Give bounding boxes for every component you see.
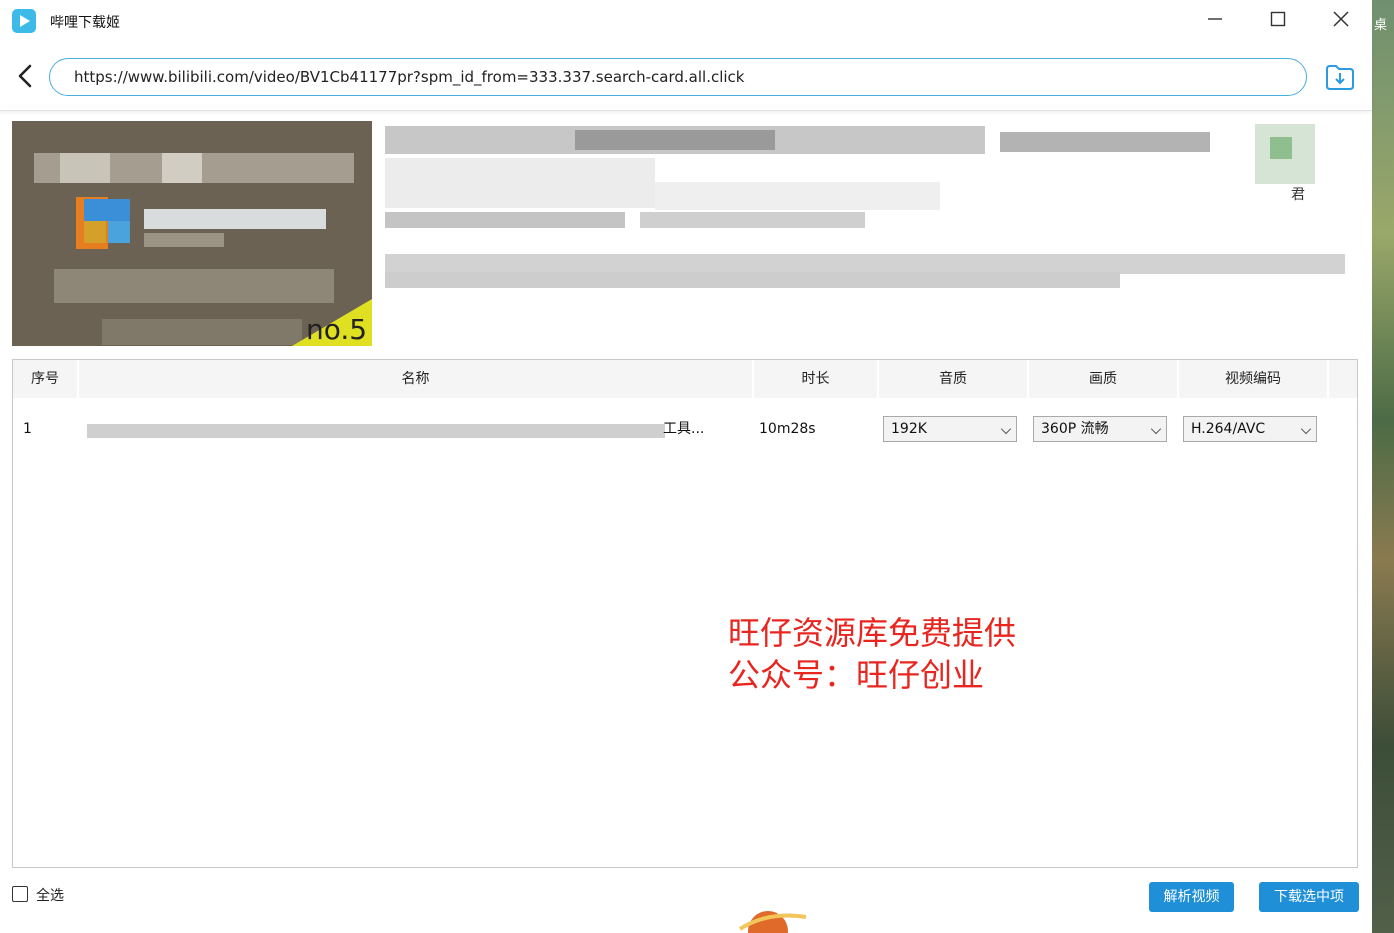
- col-header-name[interactable]: 名称: [79, 360, 754, 398]
- audio-quality-select[interactable]: 192K: [883, 416, 1017, 442]
- row-name: 工具...: [663, 421, 705, 437]
- uploader-name: 君: [1291, 187, 1305, 203]
- desktop-background: 桌: [1372, 0, 1394, 933]
- video-quality-select[interactable]: 360P 流畅: [1033, 416, 1167, 442]
- select-all-checkbox[interactable]: [12, 886, 28, 902]
- app-logo-icon: [12, 9, 36, 33]
- address-bar-row: https://www.bilibili.com/video/BV1Cb4117…: [0, 44, 1372, 111]
- codec-select[interactable]: H.264/AVC: [1183, 416, 1317, 442]
- video-quality-value: 360P 流畅: [1041, 421, 1109, 437]
- thumbnail-badge: no.5: [306, 313, 368, 346]
- col-header-index[interactable]: 序号: [13, 360, 79, 398]
- app-title: 哔哩下载姬: [50, 15, 120, 31]
- app-window: 哔哩下载姬 https://www.bilibili.com/video/BV1…: [0, 0, 1372, 933]
- col-header-duration[interactable]: 时长: [754, 360, 879, 398]
- maximize-button[interactable]: [1263, 8, 1293, 36]
- col-header-codec[interactable]: 视频编码: [1179, 360, 1329, 398]
- desktop-icon-label[interactable]: 桌: [1374, 14, 1387, 33]
- table-header: 序号 名称 时长 音质 画质 视频编码: [13, 360, 1357, 398]
- minimize-button[interactable]: [1200, 8, 1230, 36]
- download-folder-icon: [1326, 65, 1354, 90]
- col-header-audio[interactable]: 音质: [879, 360, 1029, 398]
- audio-quality-value: 192K: [891, 421, 927, 437]
- minimize-icon: [1208, 18, 1222, 20]
- select-all-label[interactable]: 全选: [36, 885, 64, 905]
- video-list-table: 序号 名称 时长 音质 画质 视频编码 1 工具... 10m28s 192K …: [12, 359, 1358, 868]
- watermark-line-2: 公众号：旺仔创业: [728, 656, 985, 694]
- table-row[interactable]: 1 工具... 10m28s 192K 360P 流畅 H.264/AVC: [13, 410, 1357, 448]
- chevron-down-icon: [1150, 423, 1162, 435]
- download-folder-button[interactable]: [1325, 63, 1355, 91]
- maximize-icon: [1270, 11, 1286, 27]
- url-text[interactable]: https://www.bilibili.com/video/BV1Cb4117…: [74, 68, 744, 86]
- video-info-panel: 君: [385, 122, 1345, 302]
- row-duration: 10m28s: [759, 421, 816, 437]
- title-bar: 哔哩下载姬: [0, 0, 1372, 44]
- url-input[interactable]: https://www.bilibili.com/video/BV1Cb4117…: [49, 58, 1307, 96]
- col-header-video[interactable]: 画质: [1029, 360, 1179, 398]
- row-index: 1: [23, 421, 32, 437]
- parse-video-button[interactable]: 解析视频: [1149, 882, 1234, 912]
- chevron-down-icon: [1300, 423, 1312, 435]
- close-icon: [1333, 11, 1349, 27]
- video-thumbnail: no.5: [12, 121, 372, 346]
- chevron-down-icon: [1000, 423, 1012, 435]
- back-button[interactable]: [14, 63, 38, 89]
- close-button[interactable]: [1326, 8, 1356, 36]
- planet-logo-icon: [738, 911, 807, 933]
- watermark-text: 旺仔资源库免费提供 公众号：旺仔创业: [728, 612, 1016, 696]
- row-name-redacted: [87, 424, 665, 438]
- codec-value: H.264/AVC: [1191, 421, 1266, 437]
- back-arrow-icon: [18, 64, 32, 88]
- download-selected-button[interactable]: 下载选中项: [1259, 882, 1359, 912]
- watermark-line-1: 旺仔资源库免费提供: [728, 614, 1017, 652]
